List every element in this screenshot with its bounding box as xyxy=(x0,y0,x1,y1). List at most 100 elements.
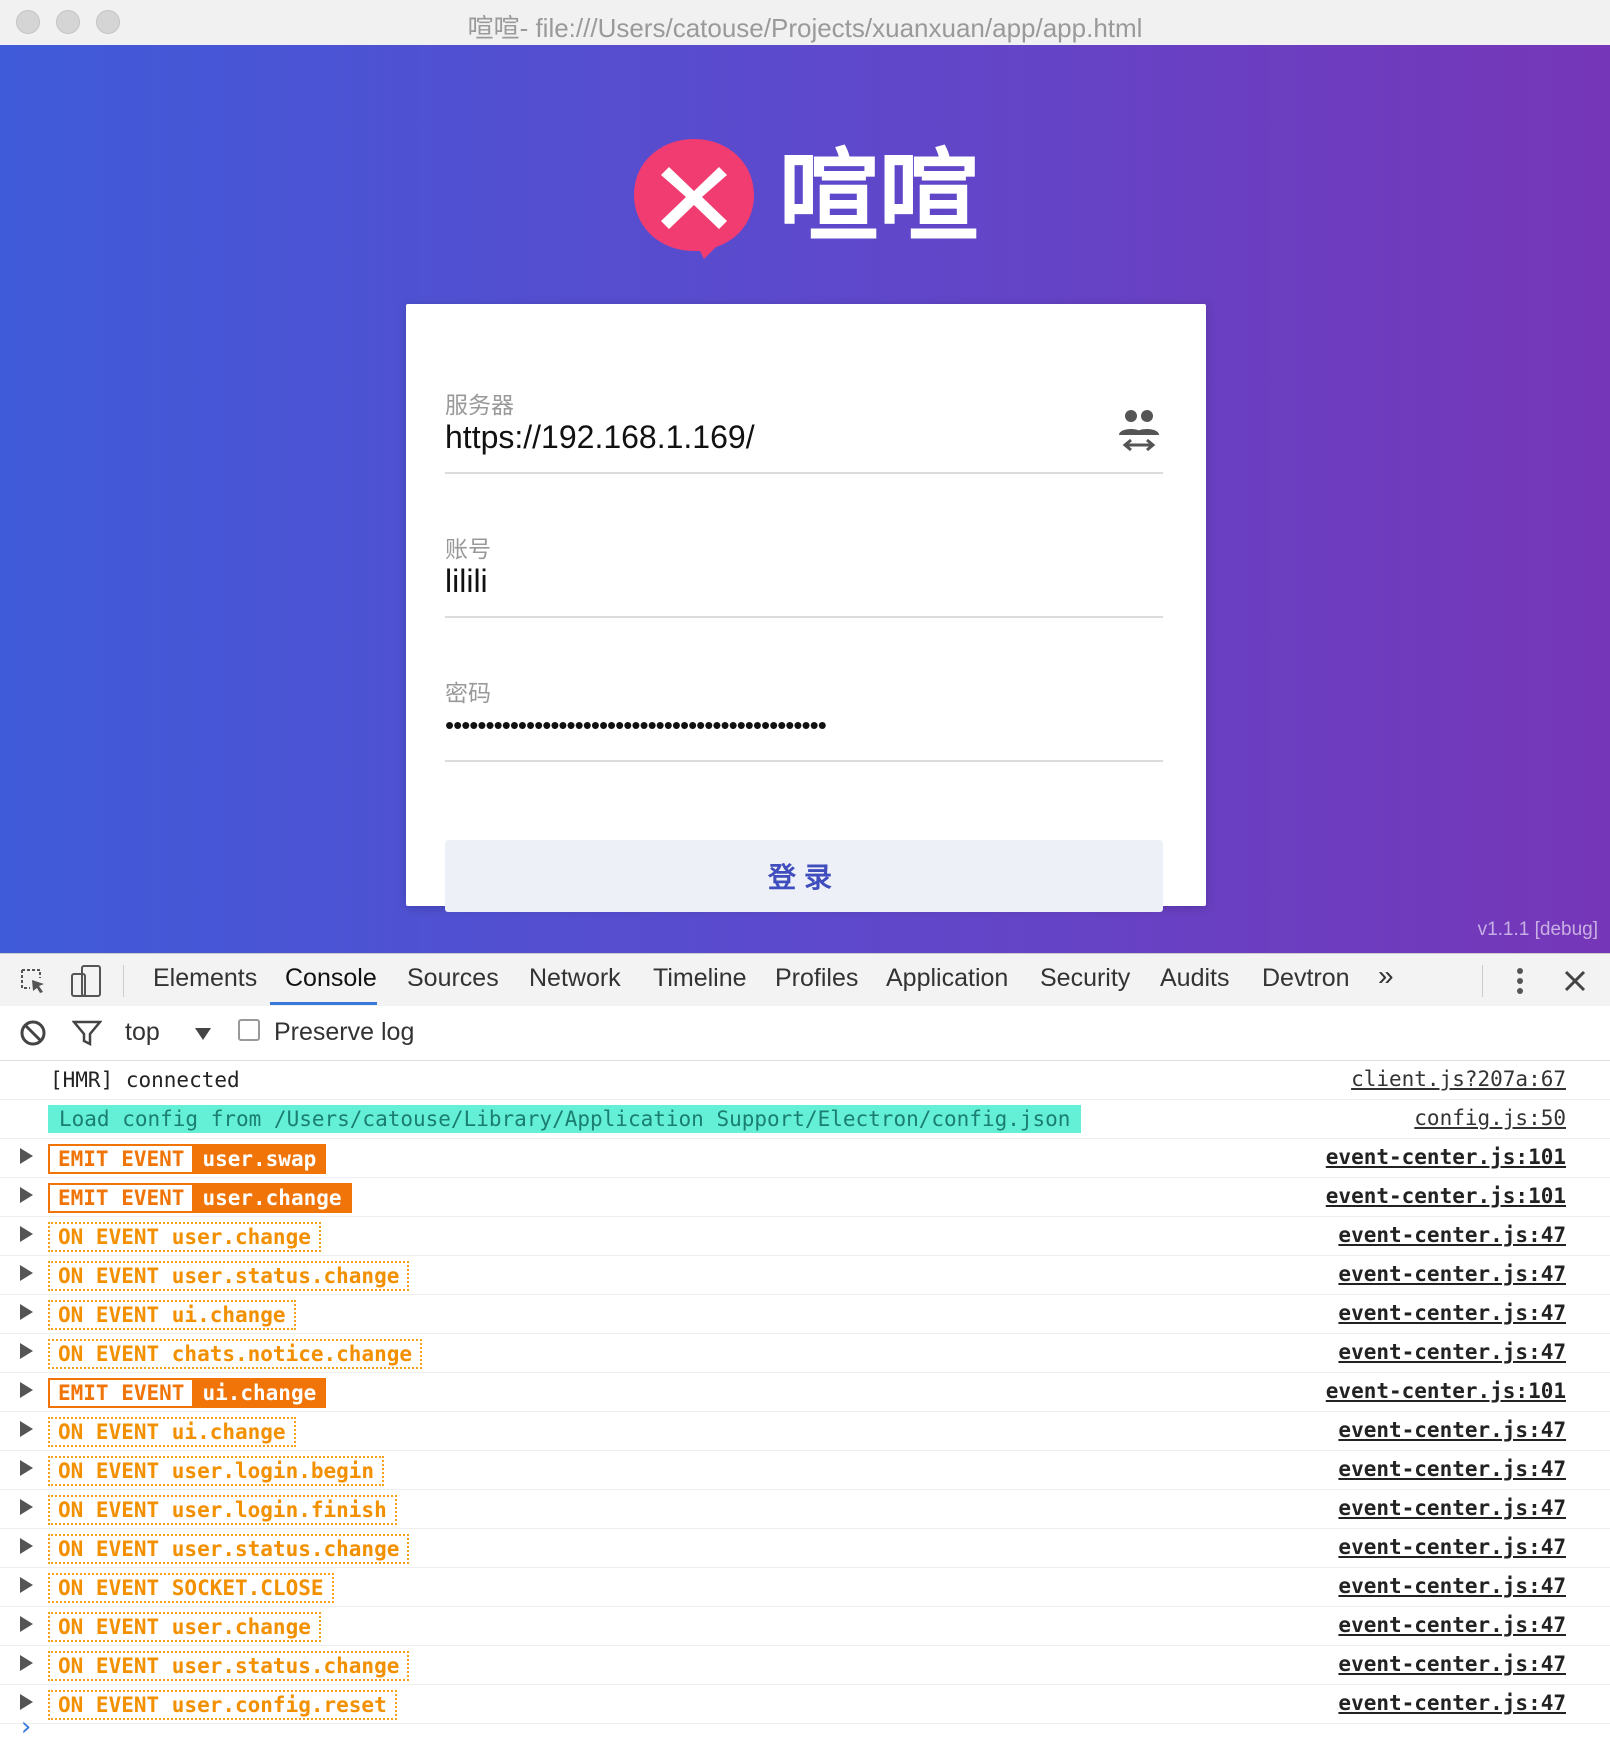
tab-network[interactable]: Network xyxy=(529,964,621,993)
emit-event-tag: EMIT EVENT xyxy=(48,1183,193,1213)
on-event-tag: ON EVENT SOCKET.CLOSE xyxy=(48,1573,334,1603)
tab-profiles[interactable]: Profiles xyxy=(775,964,858,993)
tab-timeline[interactable]: Timeline xyxy=(653,964,747,993)
tab-security[interactable]: Security xyxy=(1040,964,1130,993)
clear-console-icon[interactable] xyxy=(19,1019,47,1047)
log-text: Load config from /Users/catouse/Library/… xyxy=(48,1105,1082,1133)
console-row[interactable]: ON EVENT user.change event-center.js:47 xyxy=(0,1217,1610,1256)
source-link[interactable]: event-center.js:47 xyxy=(1338,1223,1566,1247)
expand-arrow-icon[interactable] xyxy=(20,1616,33,1632)
filter-icon[interactable] xyxy=(72,1019,102,1047)
window-title: 喧喧- file:///Users/catouse/Projects/xuanx… xyxy=(467,13,1143,43)
source-link[interactable]: client.js?207a:67 xyxy=(1351,1067,1566,1091)
source-link[interactable]: event-center.js:47 xyxy=(1338,1613,1566,1637)
console-row[interactable]: EMIT EVENT user.change event-center.js:101 xyxy=(0,1178,1610,1217)
console-row[interactable]: Load config from /Users/catouse/Library/… xyxy=(0,1100,1610,1139)
login-card: 服务器 https://192.168.1.169/ 账号 lilili 密码 … xyxy=(406,304,1206,912)
switch-user-icon[interactable] xyxy=(1113,403,1165,455)
tab-console[interactable]: Console xyxy=(285,964,377,993)
on-event-tag: ON EVENT user.change xyxy=(48,1222,321,1252)
console-row[interactable]: EMIT EVENT ui.change event-center.js:101 xyxy=(0,1373,1610,1412)
source-link[interactable]: event-center.js:47 xyxy=(1338,1262,1566,1286)
expand-arrow-icon[interactable] xyxy=(20,1655,33,1671)
expand-arrow-icon[interactable] xyxy=(20,1538,33,1554)
chevron-down-icon[interactable] xyxy=(195,1028,211,1040)
event-name-tag: user.change xyxy=(192,1183,352,1213)
expand-arrow-icon[interactable] xyxy=(20,1382,33,1398)
tab-sources[interactable]: Sources xyxy=(407,964,499,993)
console-message: EMIT EVENT user.swap xyxy=(48,1144,327,1174)
account-field[interactable]: lilili xyxy=(445,556,1163,618)
source-link[interactable]: event-center.js:47 xyxy=(1338,1574,1566,1598)
password-field[interactable]: ••••••••••••••••••••••••••••••••••••••••… xyxy=(445,700,1163,762)
source-link[interactable]: config.js:50 xyxy=(1414,1106,1566,1130)
context-selector[interactable]: top xyxy=(125,1018,160,1047)
console-row[interactable]: ON EVENT ui.change event-center.js:47 xyxy=(0,1295,1610,1334)
tab-application[interactable]: Application xyxy=(886,964,1008,993)
source-link[interactable]: event-center.js:101 xyxy=(1326,1184,1566,1208)
console-row[interactable]: ON EVENT ui.change event-center.js:47 xyxy=(0,1412,1610,1451)
login-button[interactable]: 登录 xyxy=(445,840,1163,912)
expand-arrow-icon[interactable] xyxy=(20,1343,33,1359)
source-link[interactable]: event-center.js:47 xyxy=(1338,1496,1566,1520)
source-link[interactable]: event-center.js:47 xyxy=(1338,1691,1566,1715)
device-toolbar-icon[interactable] xyxy=(70,964,102,998)
on-event-tag: ON EVENT ui.change xyxy=(48,1300,296,1330)
title-bar: 喧喧- file:///Users/catouse/Projects/xuanx… xyxy=(0,0,1610,46)
expand-arrow-icon[interactable] xyxy=(20,1265,33,1281)
on-event-tag: ON EVENT user.status.change xyxy=(48,1651,410,1681)
preserve-log-label: Preserve log xyxy=(274,1018,415,1046)
console-row[interactable]: ON EVENT user.change event-center.js:47 xyxy=(0,1607,1610,1646)
console-message: ON EVENT user.status.change xyxy=(48,1534,410,1564)
on-event-tag: ON EVENT user.status.change xyxy=(48,1261,410,1291)
tab-audits[interactable]: Audits xyxy=(1160,964,1229,993)
preserve-log-checkbox[interactable] xyxy=(238,1019,260,1041)
expand-arrow-icon[interactable] xyxy=(20,1577,33,1593)
console-row[interactable]: EMIT EVENT user.swap event-center.js:101 xyxy=(0,1139,1610,1178)
source-link[interactable]: event-center.js:47 xyxy=(1338,1340,1566,1364)
console-message: EMIT EVENT ui.change xyxy=(48,1378,327,1408)
source-link[interactable]: event-center.js:47 xyxy=(1338,1418,1566,1442)
source-link[interactable]: event-center.js:101 xyxy=(1326,1145,1566,1169)
kebab-menu-icon[interactable] xyxy=(1509,966,1531,996)
on-event-tag: ON EVENT user.login.begin xyxy=(48,1456,385,1486)
expand-arrow-icon[interactable] xyxy=(20,1304,33,1320)
console-message: ON EVENT user.status.change xyxy=(48,1651,410,1681)
console-row[interactable]: ON EVENT SOCKET.CLOSE event-center.js:47 xyxy=(0,1568,1610,1607)
expand-arrow-icon[interactable] xyxy=(20,1460,33,1476)
server-field[interactable]: https://192.168.1.169/ xyxy=(445,412,1163,474)
active-tab-indicator xyxy=(270,1002,377,1005)
tab-elements[interactable]: Elements xyxy=(153,964,257,993)
close-icon[interactable] xyxy=(1562,968,1588,994)
inspect-element-icon[interactable] xyxy=(18,966,48,996)
source-link[interactable]: event-center.js:47 xyxy=(1338,1457,1566,1481)
console-row[interactable]: ON EVENT user.config.reset event-center.j… xyxy=(0,1685,1610,1724)
version-label: v1.1.1 [debug] xyxy=(1477,919,1598,940)
expand-arrow-icon[interactable] xyxy=(20,1499,33,1515)
console-row[interactable]: ON EVENT user.login.finish event-center.j… xyxy=(0,1490,1610,1529)
source-link[interactable]: event-center.js:47 xyxy=(1338,1652,1566,1676)
console-row[interactable]: ON EVENT chats.notice.change event-center… xyxy=(0,1334,1610,1373)
console-message: [HMR] connected xyxy=(48,1066,240,1094)
console-row[interactable]: ON EVENT user.status.change event-center.… xyxy=(0,1529,1610,1568)
console-row[interactable]: [HMR] connected client.js?207a:67 xyxy=(0,1061,1610,1100)
console-message: ON EVENT user.login.finish xyxy=(48,1495,397,1525)
expand-arrow-icon[interactable] xyxy=(20,1226,33,1242)
console-row[interactable]: ON EVENT user.status.change event-center.… xyxy=(0,1256,1610,1295)
tab-devtron[interactable]: Devtron xyxy=(1262,964,1350,993)
expand-arrow-icon[interactable] xyxy=(20,1421,33,1437)
source-link[interactable]: event-center.js:47 xyxy=(1338,1535,1566,1559)
emit-event-tag: EMIT EVENT xyxy=(48,1378,193,1408)
more-tabs-button[interactable]: » xyxy=(1378,960,1394,992)
tab-separator xyxy=(123,965,124,997)
expand-arrow-icon[interactable] xyxy=(20,1694,33,1710)
source-link[interactable]: event-center.js:101 xyxy=(1326,1379,1566,1403)
console-message: ON EVENT user.config.reset xyxy=(48,1690,397,1720)
console-row[interactable]: ON EVENT user.login.begin event-center.js… xyxy=(0,1451,1610,1490)
event-name-tag: ui.change xyxy=(192,1378,327,1408)
console-prompt[interactable]: › xyxy=(18,1712,34,1742)
expand-arrow-icon[interactable] xyxy=(20,1187,33,1203)
console-row[interactable]: ON EVENT user.status.change event-center.… xyxy=(0,1646,1610,1685)
source-link[interactable]: event-center.js:47 xyxy=(1338,1301,1566,1325)
expand-arrow-icon[interactable] xyxy=(20,1148,33,1164)
